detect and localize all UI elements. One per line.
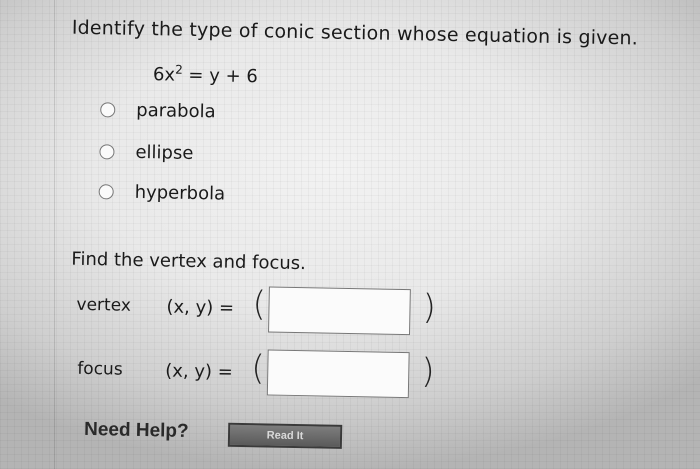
focus-input[interactable] — [266, 349, 410, 399]
vertex-close-paren: ) — [422, 287, 437, 328]
equation: 6x2 = y + 6 — [152, 62, 259, 88]
read-it-button[interactable]: Read It — [227, 422, 343, 449]
focus-coords-label: (x, y) = — [165, 360, 234, 383]
focus-open-paren: ( — [250, 348, 265, 389]
need-help-label: Need Help? — [83, 418, 189, 442]
option-label: ellipse — [135, 141, 194, 164]
focus-close-paren: ) — [420, 351, 435, 392]
vertex-coords-label: (x, y) = — [166, 296, 235, 319]
equation-lhs: 6x — [152, 64, 176, 86]
radio-button-icon[interactable] — [98, 184, 114, 200]
radio-button-icon[interactable] — [99, 144, 115, 160]
option-label: hyperbola — [134, 181, 226, 205]
vertex-label: vertex — [76, 294, 132, 316]
focus-label: focus — [77, 358, 123, 380]
vertex-input[interactable] — [268, 286, 411, 336]
find-prompt: Find the vertex and focus. — [71, 248, 307, 275]
option-label: parabola — [136, 99, 216, 123]
radio-button-icon[interactable] — [100, 102, 116, 118]
question-prompt: Identify the type of conic section whose… — [71, 16, 639, 50]
screen: Identify the type of conic section whose… — [0, 0, 700, 469]
option-ellipse[interactable]: ellipse — [99, 141, 194, 164]
option-parabola[interactable]: parabola — [100, 99, 216, 122]
equation-rhs: = y + 6 — [182, 64, 259, 88]
vertex-open-paren: ( — [252, 284, 267, 325]
question-panel: Identify the type of conic section whose… — [0, 0, 700, 469]
option-hyperbola[interactable]: hyperbola — [98, 181, 226, 205]
